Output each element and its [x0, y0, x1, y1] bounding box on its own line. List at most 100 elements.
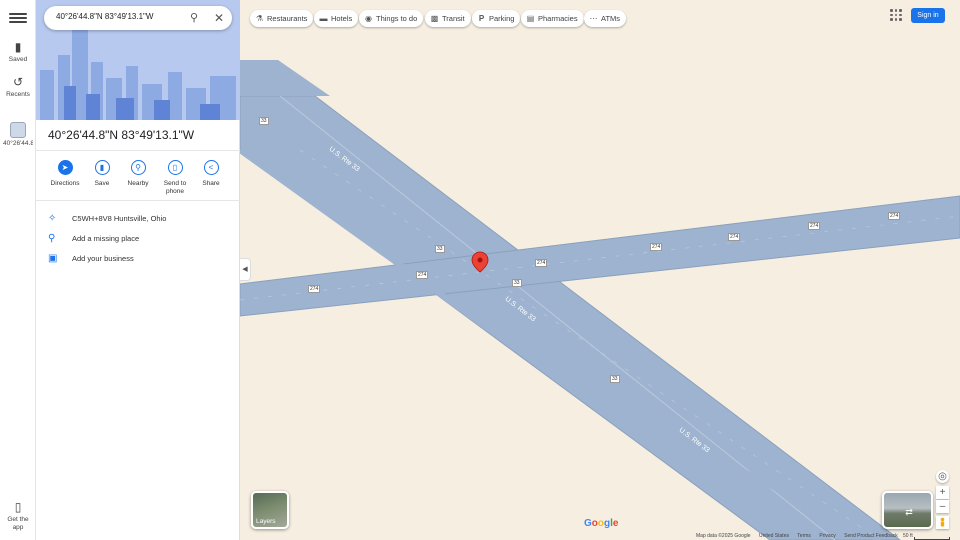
transit-icon: ▩ [430, 14, 439, 23]
history-icon: ↺ [12, 75, 24, 89]
layers-label: Layers [256, 518, 276, 525]
pegman-graphic [940, 517, 945, 527]
add-business-text: Add your business [72, 254, 134, 263]
route-shield: 274 [650, 243, 663, 251]
chip-label: Pharmacies [538, 14, 578, 23]
add-business-row[interactable]: ▣ Add your business [48, 251, 238, 267]
route-shield: 33 [435, 245, 445, 253]
divider [36, 200, 240, 201]
chip-restaurants[interactable]: ⚗ Restaurants [250, 10, 314, 27]
phone-icon: ▯ [167, 160, 183, 175]
chip-label: Restaurants [267, 14, 308, 23]
route-shield: 274 [416, 271, 429, 279]
chip-label: Parking [489, 14, 515, 23]
chip-parking[interactable]: P Parking [472, 10, 521, 27]
country-link[interactable]: United States [759, 533, 789, 539]
close-icon[interactable]: ✕ [212, 11, 226, 25]
share-icon: < [203, 160, 219, 175]
send-to-phone-button[interactable]: ▯ Send to phone [155, 160, 195, 196]
chevron-left-icon: ◀ [242, 266, 248, 273]
directions-icon: ➤ [57, 160, 73, 175]
route-shield: 33 [512, 279, 522, 287]
recents-label: Recents [6, 91, 30, 98]
chip-label: Hotels [331, 14, 353, 23]
route-shield: 33 [259, 117, 269, 125]
nearby-label: Nearby [127, 180, 149, 187]
my-location-button[interactable]: ◎ [936, 470, 949, 483]
route-shield: 274 [728, 233, 741, 241]
pharmacy-icon: ▤ [526, 14, 535, 23]
search-input[interactable]: 40°26'44.8"N 83°49'13.1"W [56, 12, 153, 21]
chip-things-to-do[interactable]: ◉ Things to do [359, 10, 424, 27]
plus-code-row[interactable]: ✧ C5WH+8V8 Huntsville, Ohio [48, 211, 238, 227]
my-location-icon: ◎ [938, 471, 947, 482]
get-app-button[interactable]: ▯ Get the app [0, 500, 36, 532]
street-view-icon: ⇄ [905, 507, 913, 517]
add-business-icon: ▣ [48, 253, 58, 264]
route-shield: 33 [610, 375, 620, 383]
route-shield: 274 [308, 285, 321, 293]
directions-button[interactable]: ➤ Directions [45, 160, 85, 187]
zoom-out-button[interactable]: – [936, 500, 949, 513]
scale-label[interactable]: 50 ft [903, 533, 913, 539]
send-to-phone-label: Send to phone [163, 180, 187, 195]
menu-icon[interactable] [9, 11, 27, 25]
bookmark-icon: ▮ [94, 160, 110, 175]
nearby-search-icon: ⚲ [130, 160, 146, 175]
hotel-icon: ▬ [319, 14, 328, 23]
minus-icon: – [939, 501, 946, 512]
phone-icon: ▯ [14, 500, 22, 514]
zoom-in-button[interactable]: + [936, 486, 949, 499]
route-shield: 274 [808, 222, 821, 230]
saved-label: Saved [8, 56, 28, 63]
layers-button[interactable]: Layers [251, 491, 289, 529]
street-view-thumbnail[interactable]: ⇄ [882, 491, 933, 529]
add-place-icon: ⚲ [48, 233, 56, 244]
recent-place-label: 40°26'44.8"N [3, 140, 33, 147]
share-label: Share [202, 180, 220, 187]
nearby-button[interactable]: ⚲ Nearby [118, 160, 158, 187]
restaurant-icon: ⚗ [255, 14, 264, 23]
chip-label: ATMs [601, 14, 621, 23]
route-shield: 274 [535, 259, 548, 267]
divider [36, 150, 240, 151]
place-title: 40°26'44.8"N 83°49'13.1"W [48, 128, 195, 142]
save-button[interactable]: ▮ Save [82, 160, 122, 187]
plus-code-text: C5WH+8V8 Huntsville, Ohio [72, 214, 167, 223]
google-logo: Google [584, 518, 619, 529]
search-icon[interactable]: ⚲ [187, 11, 201, 25]
plus-code-icon: ✧ [48, 213, 57, 224]
atm-icon: ⋯ [589, 14, 598, 23]
share-button[interactable]: < Share [191, 160, 231, 187]
search-box[interactable]: 40°26'44.8"N 83°49'13.1"W ⚲ ✕ [44, 6, 232, 30]
left-rail: ▮ Saved ↺ Recents 40°26'44.8"N ▯ Get the… [0, 0, 36, 540]
chip-atms[interactable]: ⋯ ATMs [584, 10, 627, 27]
privacy-link[interactable]: Privacy [819, 533, 835, 539]
recent-place-item[interactable]: 40°26'44.8"N [0, 122, 36, 158]
route-shield: 274 [888, 212, 901, 220]
place-panel: 40°26'44.8"N 83°49'13.1"W ➤ Directions ▮… [36, 0, 240, 540]
apps-grid-icon[interactable] [890, 9, 902, 21]
saved-button[interactable]: ▮ Saved [0, 40, 36, 63]
plus-icon: + [939, 487, 946, 498]
sign-in-button[interactable]: Sign in [911, 8, 945, 23]
add-missing-place-row[interactable]: ⚲ Add a missing place [48, 231, 238, 247]
map-footer: Map data ©2025 Google United States Term… [696, 533, 905, 540]
camera-icon: ◉ [365, 14, 372, 23]
recents-button[interactable]: ↺ Recents [0, 75, 36, 98]
parking-icon: P [478, 14, 485, 23]
save-label: Save [94, 180, 110, 187]
chip-label: Things to do [376, 14, 418, 23]
chip-label: Transit [442, 14, 465, 23]
pegman-icon[interactable] [936, 516, 949, 529]
send-feedback-link[interactable]: Send Product Feedback [844, 533, 898, 539]
recent-place-thumbnail [10, 122, 26, 138]
chip-pharmacies[interactable]: ▤ Pharmacies [521, 10, 584, 27]
terms-link[interactable]: Terms [797, 533, 811, 539]
chip-hotels[interactable]: ▬ Hotels [314, 10, 359, 27]
collapse-panel-button[interactable]: ◀ [240, 258, 251, 281]
chip-transit[interactable]: ▩ Transit [425, 10, 471, 27]
get-app-label: Get the app [7, 516, 29, 531]
bookmark-icon: ▮ [14, 40, 22, 54]
directions-label: Directions [50, 180, 80, 187]
